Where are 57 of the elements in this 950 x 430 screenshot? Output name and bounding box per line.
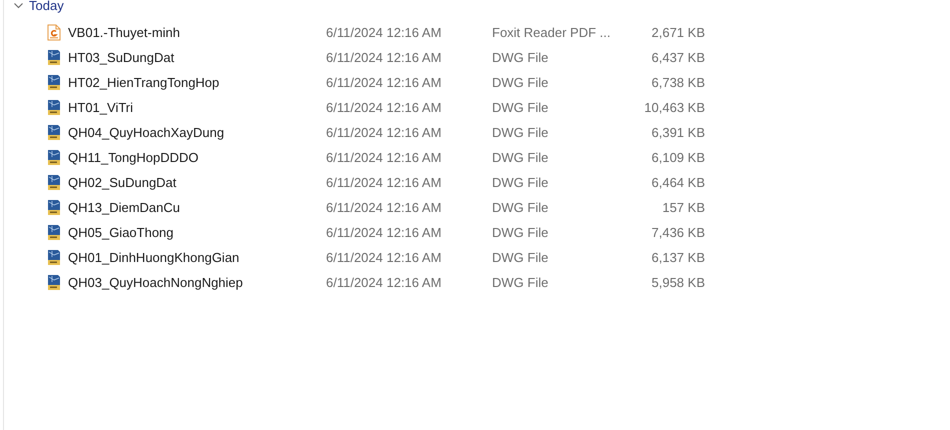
file-name[interactable]: QH05_GiaoThong: [68, 222, 174, 242]
file-name[interactable]: HT02_HienTrangTongHop: [68, 72, 220, 92]
drawing-file-icon: [47, 124, 61, 141]
drawing-file-icon: [47, 74, 61, 91]
file-name[interactable]: QH02_SuDungDat: [68, 172, 176, 192]
file-size: 5,958 KB: [650, 274, 705, 292]
file-name[interactable]: VB01.-Thuyet-minh: [68, 22, 180, 42]
file-type: DWG File: [492, 198, 550, 217]
date-modified: 6/11/2024 12:16 AM: [326, 174, 442, 192]
file-type: DWG File: [492, 174, 550, 192]
file-size: 7,436 KB: [650, 224, 705, 242]
drawing-file-icon: [47, 249, 61, 266]
date-modified: 6/11/2024 12:16 AM: [326, 124, 442, 142]
file-size: 6,738 KB: [650, 74, 705, 92]
file-type: DWG File: [492, 224, 550, 242]
group-header: Today: [29, 0, 64, 12]
file-size: 10,463 KB: [643, 98, 705, 117]
file-size: 6,391 KB: [650, 124, 705, 142]
file-type: DWG File: [492, 98, 550, 117]
drawing-file-icon: [47, 224, 61, 241]
file-size: 2,671 KB: [650, 24, 705, 42]
date-modified: 6/11/2024 12:16 AM: [326, 248, 442, 267]
date-modified: 6/11/2024 12:16 AM: [326, 224, 442, 242]
file-type: Foxit Reader PDF ...: [492, 24, 612, 42]
pdf-file-icon: [47, 24, 61, 41]
file-size: 6,437 KB: [650, 48, 705, 67]
file-size: 157 KB: [661, 198, 705, 217]
file-name[interactable]: QH01_DinhHuongKhongGian: [68, 248, 240, 268]
file-size: 6,109 KB: [650, 148, 705, 167]
date-modified: 6/11/2024 12:16 AM: [326, 74, 442, 92]
drawing-file-icon: [47, 274, 61, 291]
drawing-file-icon: [47, 174, 61, 191]
file-type: DWG File: [492, 274, 550, 292]
file-type: DWG File: [492, 148, 550, 167]
file-name[interactable]: QH03_QuyHoachNongNghiep: [68, 272, 243, 292]
file-size: 6,464 KB: [650, 174, 705, 192]
date-modified: 6/11/2024 12:16 AM: [326, 98, 442, 117]
drawing-file-icon: [47, 99, 61, 116]
drawing-file-icon: [47, 149, 61, 166]
file-type: DWG File: [492, 248, 550, 267]
file-type: DWG File: [492, 48, 550, 67]
drawing-file-icon: [47, 49, 61, 66]
file-name[interactable]: HT03_SuDungDat: [68, 48, 174, 68]
date-modified: 6/11/2024 12:16 AM: [326, 198, 442, 217]
file-name[interactable]: QH04_QuyHoachXayDung: [68, 122, 224, 142]
file-name[interactable]: HT01_ViTri: [68, 98, 134, 118]
file-size: 6,137 KB: [650, 248, 705, 267]
date-modified: 6/11/2024 12:16 AM: [326, 24, 442, 42]
file-name[interactable]: QH13_DiemDanCu: [68, 198, 180, 218]
chevron-icon[interactable]: [14, 2, 23, 8]
file-type: DWG File: [492, 124, 550, 142]
file-name[interactable]: QH11_TongHopDDDO: [68, 148, 199, 168]
date-modified: 6/11/2024 12:16 AM: [326, 48, 442, 67]
date-modified: 6/11/2024 12:16 AM: [326, 274, 442, 292]
file-type: DWG File: [492, 74, 550, 92]
date-modified: 6/11/2024 12:16 AM: [326, 148, 442, 167]
drawing-file-icon: [47, 199, 61, 216]
